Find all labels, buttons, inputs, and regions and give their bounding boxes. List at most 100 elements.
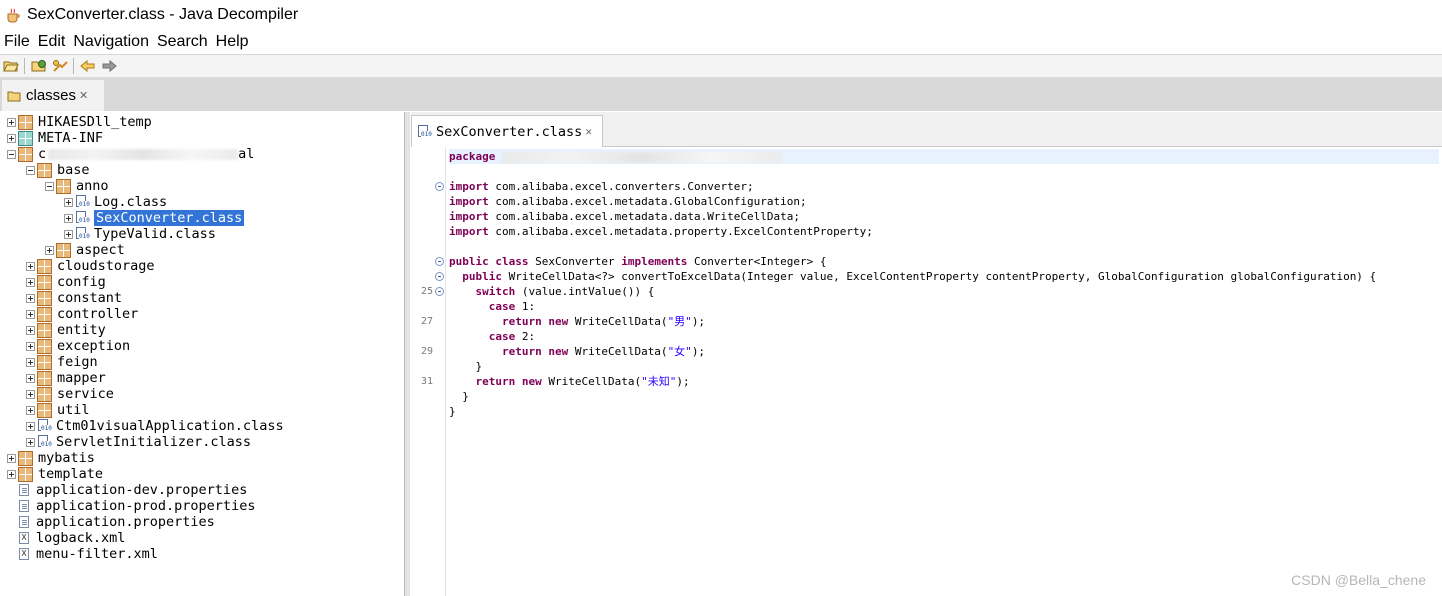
code-text: (value.intValue()) { xyxy=(515,285,655,298)
expand-icon[interactable] xyxy=(26,405,35,415)
tree-item[interactable]: c al xyxy=(0,146,404,162)
tree-item[interactable]: exception xyxy=(0,338,404,354)
expand-icon[interactable] xyxy=(26,357,35,367)
toolbar xyxy=(0,54,1442,78)
code-text: com.alibaba.excel.metadata.GlobalConfigu… xyxy=(488,195,807,208)
expand-icon[interactable] xyxy=(26,421,35,431)
tree-item-label: c xyxy=(38,146,47,162)
tree-item[interactable]: util xyxy=(0,402,404,418)
tree-item[interactable]: 010 Ctm01visualApplication.class xyxy=(0,418,404,434)
tree-item[interactable]: 010 TypeValid.class xyxy=(0,226,404,242)
tree-item-label: logback.xml xyxy=(36,530,126,546)
tree-item[interactable]: mapper xyxy=(0,370,404,386)
collapse-icon[interactable] xyxy=(45,181,54,191)
tree-item[interactable]: mybatis xyxy=(0,450,404,466)
menu-help[interactable]: Help xyxy=(212,33,253,51)
close-tab-icon[interactable]: ✕ xyxy=(585,125,592,138)
tree-item[interactable]: config xyxy=(0,274,404,290)
back-button[interactable] xyxy=(78,57,98,75)
tree-item[interactable]: base xyxy=(0,162,404,178)
code-line: package xyxy=(449,149,1439,164)
code-keyword: case xyxy=(488,330,516,343)
menu-edit[interactable]: Edit xyxy=(34,33,70,51)
tree-item[interactable]: application.properties xyxy=(0,514,404,530)
code-line: import com.alibaba.excel.metadata.Global… xyxy=(449,194,1439,209)
fold-toggle-icon[interactable] xyxy=(435,182,444,191)
expand-icon[interactable] xyxy=(64,197,73,207)
code-keyword: import xyxy=(449,195,489,208)
collapse-icon[interactable] xyxy=(26,165,35,175)
expand-icon[interactable] xyxy=(7,117,16,127)
source-editor[interactable]: 25 27 29 31 package import com.alibaba.exce… xyxy=(411,147,1442,596)
expand-icon[interactable] xyxy=(26,261,35,271)
close-tab-icon[interactable]: ✕ xyxy=(79,89,88,102)
expand-icon[interactable] xyxy=(7,453,16,463)
open-file-icon xyxy=(3,61,19,72)
expand-icon[interactable] xyxy=(26,325,35,335)
tab-sexconverter-class[interactable]: 010 SexConverter.class ✕ xyxy=(411,115,603,147)
tree-item[interactable]: application-prod.properties xyxy=(0,498,404,514)
tree-item-label: util xyxy=(57,402,90,418)
tree-item[interactable]: service xyxy=(0,386,404,402)
open-reference-button[interactable] xyxy=(50,57,70,75)
expand-icon[interactable] xyxy=(7,133,16,143)
tree-item[interactable]: aspect xyxy=(0,242,404,258)
tree-item[interactable]: template xyxy=(0,466,404,482)
expand-icon[interactable] xyxy=(26,373,35,383)
class-file-icon: 010 xyxy=(76,227,90,241)
tree-item[interactable]: Xlogback.xml xyxy=(0,530,404,546)
expand-icon[interactable] xyxy=(26,341,35,351)
open-type-button[interactable] xyxy=(29,57,49,75)
fold-toggle-icon[interactable] xyxy=(435,272,444,281)
tab-classes[interactable]: classes ✕ xyxy=(2,80,104,111)
expand-icon[interactable] xyxy=(26,437,35,447)
tree-item[interactable]: controller xyxy=(0,306,404,322)
collapse-icon[interactable] xyxy=(7,149,16,159)
toolbar-separator xyxy=(24,58,25,74)
menu-navigation[interactable]: Navigation xyxy=(69,33,153,51)
tree-item[interactable]: HIKAESDll_temp xyxy=(0,114,404,130)
tree-item[interactable]: Xmenu-filter.xml xyxy=(0,546,404,562)
expand-icon[interactable] xyxy=(64,229,73,239)
tree-item[interactable]: cloudstorage xyxy=(0,258,404,274)
code-line: import com.alibaba.excel.metadata.data.W… xyxy=(449,209,1439,224)
forward-button[interactable] xyxy=(99,57,119,75)
tree-item[interactable]: 010 Log.class xyxy=(0,194,404,210)
code-line: public WriteCellData<?> convertToExcelDa… xyxy=(449,269,1439,284)
expand-icon[interactable] xyxy=(64,213,73,223)
code-line: return new WriteCellData("未知"); xyxy=(449,374,1439,389)
open-file-button[interactable] xyxy=(1,57,21,75)
code-text: 2: xyxy=(515,330,536,343)
tree-item-label: Log.class xyxy=(94,194,168,210)
code-keyword: public class xyxy=(449,255,529,268)
tree-item[interactable]: feign xyxy=(0,354,404,370)
fold-toggle-icon[interactable] xyxy=(435,257,444,266)
menu-file[interactable]: File xyxy=(0,33,34,51)
tree-item[interactable]: anno xyxy=(0,178,404,194)
tree-item[interactable]: META-INF xyxy=(0,130,404,146)
tree-item[interactable]: constant xyxy=(0,290,404,306)
expand-icon[interactable] xyxy=(26,389,35,399)
expand-icon[interactable] xyxy=(26,293,35,303)
expand-icon[interactable] xyxy=(26,309,35,319)
package-icon xyxy=(37,386,52,402)
code-keyword: return new xyxy=(475,375,542,388)
pane-splitter[interactable] xyxy=(405,112,410,596)
package-icon xyxy=(37,370,52,386)
code-text: Converter<Integer> { xyxy=(687,255,827,268)
expand-icon[interactable] xyxy=(45,245,54,255)
open-type-icon xyxy=(31,60,46,72)
menu-search[interactable]: Search xyxy=(153,33,212,51)
code-keyword: return new xyxy=(501,345,569,358)
tree-item[interactable]: entity xyxy=(0,322,404,338)
expand-icon[interactable] xyxy=(26,277,35,287)
tree-item[interactable]: 010 ServletInitializer.class xyxy=(0,434,404,450)
tree-item-label: ServletInitializer.class xyxy=(56,434,252,450)
fold-toggle-icon[interactable] xyxy=(435,287,444,296)
tree-item[interactable]: 010 SexConverter.class xyxy=(0,210,404,226)
tree-item[interactable]: application-dev.properties xyxy=(0,482,404,498)
expand-icon[interactable] xyxy=(7,469,16,479)
